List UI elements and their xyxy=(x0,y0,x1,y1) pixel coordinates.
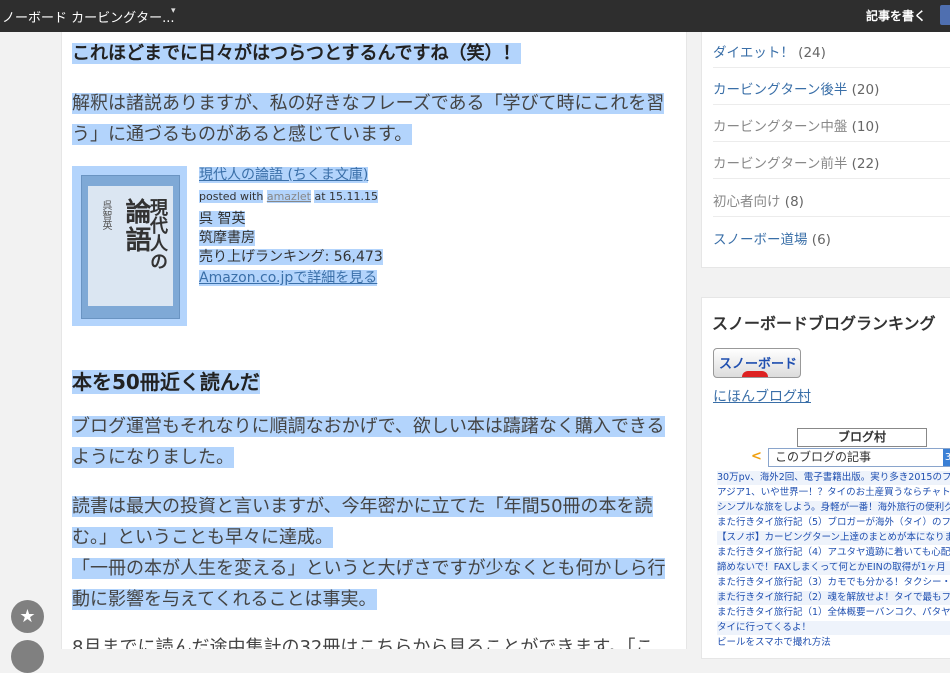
blog-article-link[interactable]: タイに行ってくるよ！ xyxy=(717,621,950,635)
star-icon[interactable]: ★ xyxy=(11,600,44,633)
article-body: これほどまでに日々がはつらつとするんですね（笑）！ 解釈は諸説ありますが、私の好… xyxy=(61,32,687,649)
blog-mura-logo[interactable]: ブログ村 xyxy=(797,428,927,447)
book-author: 呉 智英 xyxy=(199,211,246,227)
nihon-blog-mura-link[interactable]: にほんブログ村 xyxy=(713,386,811,406)
section-heading: 本を50冊近く読んだ xyxy=(72,370,260,394)
blog-article-link[interactable]: シンプルな旅をしよう。身軽が一番！海外旅行の便利グ xyxy=(717,501,950,515)
prev-arrow-icon[interactable]: < xyxy=(751,449,762,464)
book-title-link[interactable]: 現代人の論語 (ちくま文庫) xyxy=(199,167,369,183)
paragraph: 8月までに読んだ途中集計の32冊はこちらから見ることができます。「こ xyxy=(72,637,654,649)
paragraph: これほどまでに日々がはつらつとするんですね（笑）！ xyxy=(72,43,521,64)
write-post-button[interactable]: 記事を書く xyxy=(866,7,926,24)
amazlet-link[interactable]: amazlet xyxy=(266,190,311,203)
amazon-detail-link[interactable]: Amazon.co.jpで詳細を見る xyxy=(199,270,378,286)
paragraph: 解釈は諸説ありますが、私の好きなフレーズである「学びて時にこれを習う」に通づるも… xyxy=(72,93,665,145)
avatar[interactable] xyxy=(940,5,950,25)
book-cover-image[interactable]: 呉智英 論語 現代人の xyxy=(72,166,187,326)
ranking-widget: スノーボードブログランキング スノーボード にほんブログ村 ブログ村 < このブ… xyxy=(701,297,950,659)
book-publisher: 筑摩書房 xyxy=(199,230,255,246)
blog-article-link[interactable]: また行きタイ旅行記（1）全体概要ーバンコク、パタヤ xyxy=(717,606,950,620)
chevron-down-icon[interactable]: ▾ xyxy=(171,6,176,16)
paragraph: 「一冊の本が人生を変える」というと大げさですが少なくとも何かしら行動に影響を与え… xyxy=(72,558,666,610)
blog-article-link[interactable]: また行きタイ旅行記（2）魂を解放せよ！タイで最もフ xyxy=(717,591,950,605)
category-item[interactable]: カービングターン前半 (22) xyxy=(713,152,879,172)
cover-title: 現代人の xyxy=(147,198,168,270)
ranking-badge[interactable]: スノーボード xyxy=(713,348,801,378)
ranking-title: スノーボードブログランキング xyxy=(712,314,936,333)
category-item[interactable]: カービングターン後半 (20) xyxy=(713,78,879,98)
blog-article-link[interactable]: 30万pv、海外2回、電子書籍出版。実り多き2015のフ xyxy=(717,471,950,485)
blog-article-link[interactable]: また行きタイ旅行記（5）ブロガーが海外（タイ）のフ xyxy=(717,516,950,530)
blog-article-link[interactable]: 【スノボ】カービングターン上達のまとめが本になりま xyxy=(717,531,950,545)
floating-action-button[interactable] xyxy=(11,640,44,673)
category-item[interactable]: スノーボー道場 (6) xyxy=(713,228,831,248)
top-bar: ノーボード カービングター... ▾ 記事を書く xyxy=(0,0,950,32)
blog-article-select[interactable]: このブログの記事3 xyxy=(768,448,950,467)
posted-date: at 15.11.15 xyxy=(314,190,378,203)
paragraph: 読書は最大の投資と言いますが、今年密かに立てた「年間50冊の本を読む。」というこ… xyxy=(72,496,653,548)
blog-article-link[interactable]: アジア1、いや世界一！？タイのお土産買うならチャト xyxy=(717,486,950,500)
category-item[interactable]: ダイエット！ (24) xyxy=(713,41,826,61)
amazlet-book-box: 呉智英 論語 現代人の 現代人の論語 (ちくま文庫) posted with a… xyxy=(72,166,672,326)
blog-article-link[interactable]: 諦めないで！FAXしまくって何とかEINの取得が1ヶ月 xyxy=(717,561,950,575)
book-rank: 売り上げランキング: 56,473 xyxy=(199,249,383,265)
category-list: ダイエット！ (24) カービングターン後半 (20) カービングターン中盤 (… xyxy=(701,32,950,268)
posted-prefix: posted with xyxy=(199,190,264,203)
blog-article-link[interactable]: また行きタイ旅行記（4）アユタヤ遺跡に着いても心配あ xyxy=(717,546,950,560)
cover-author: 呉智英 xyxy=(100,200,111,230)
category-item[interactable]: カービングターン中盤 (10) xyxy=(713,115,879,135)
blog-article-link[interactable]: ビールをスマホで撮れ方法 xyxy=(717,636,950,650)
category-item[interactable]: 初心者向け (8) xyxy=(713,190,804,210)
blog-article-link[interactable]: また行きタイ旅行記（3）カモでも分かる！タクシー・ト xyxy=(717,576,950,590)
site-title[interactable]: ノーボード カービングター... xyxy=(2,7,175,26)
paragraph: ブログ運営もそれなりに順調なおかげで、欲しい本は躊躇なく購入できるようになりまし… xyxy=(72,416,665,468)
book-info: 現代人の論語 (ちくま文庫) posted with amazlet at 15… xyxy=(199,166,383,288)
